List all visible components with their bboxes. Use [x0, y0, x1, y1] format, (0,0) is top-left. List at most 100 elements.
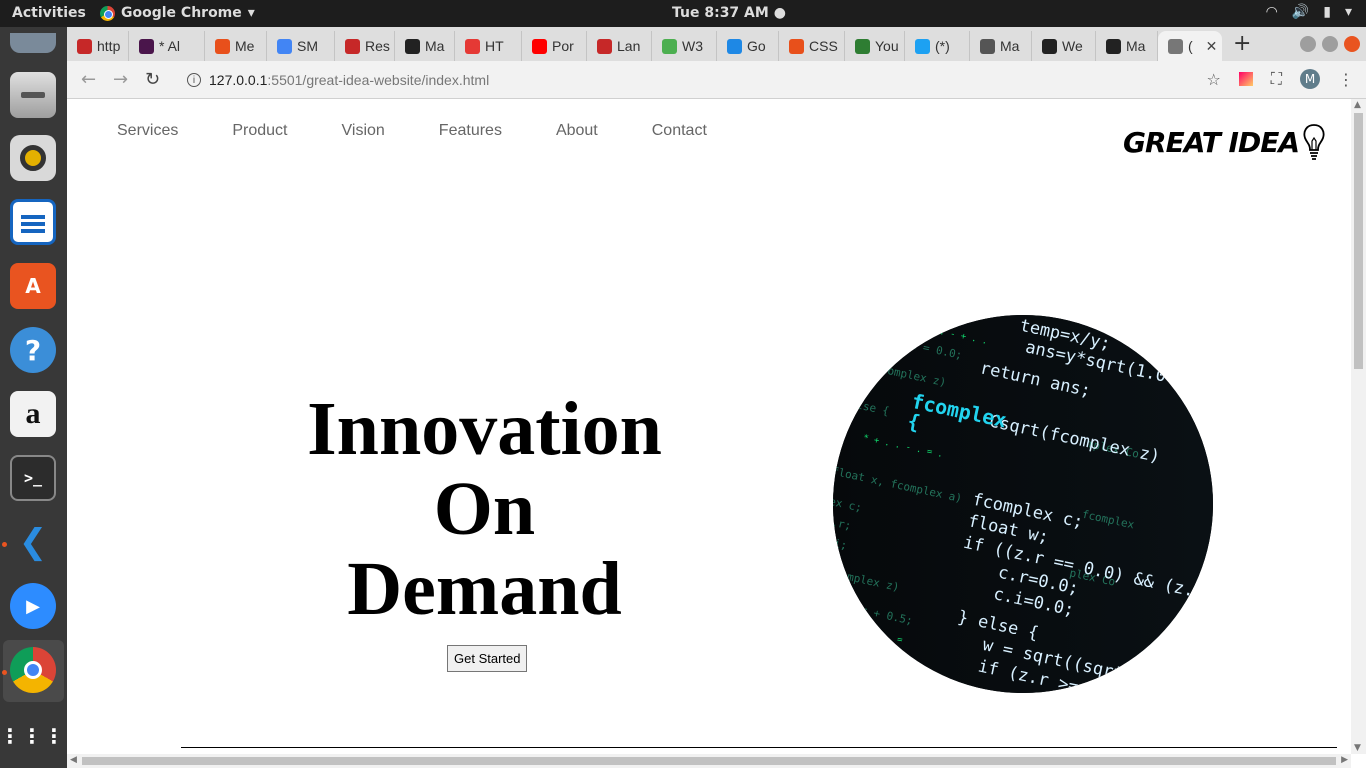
disk-app-icon[interactable] [10, 72, 56, 118]
nav-features[interactable]: Features [439, 122, 502, 140]
menu-kebab-icon[interactable]: ⋮ [1338, 70, 1354, 89]
amazon-icon[interactable]: a [10, 391, 56, 437]
browser-tab[interactable]: (*) [905, 31, 970, 61]
zoom-icon[interactable]: ▶ [10, 583, 56, 629]
code-image: { z.i = 0.0; (fcomplex z) else { (float … [833, 315, 1213, 693]
browser-tab[interactable]: Ma [1096, 31, 1158, 61]
running-indicator-icon [2, 670, 7, 675]
nav-services[interactable]: Services [117, 122, 178, 140]
clock[interactable]: Tue 8:37 AM ● [672, 5, 786, 21]
browser-tab[interactable]: W3 [652, 31, 717, 61]
rhythmbox-icon[interactable] [10, 135, 56, 181]
nav-about[interactable]: About [556, 122, 598, 140]
code-image-art: { z.i = 0.0; (fcomplex z) else { (float … [833, 315, 1213, 693]
site-logo[interactable]: GREAT IDEA [1123, 123, 1327, 161]
bookmark-star-icon[interactable]: ☆ [1206, 70, 1220, 89]
files-app-icon[interactable] [10, 33, 56, 53]
minimize-icon[interactable] [1300, 36, 1316, 52]
cast-icon[interactable]: ⛶ [1271, 69, 1282, 89]
page-viewport: Services Product Vision Features About C… [67, 99, 1351, 754]
chevron-down-icon: ▾ [247, 5, 255, 21]
forward-icon[interactable]: → [113, 69, 128, 90]
tab-favicon-icon [789, 38, 804, 54]
app-menu[interactable]: Google Chrome ▾ [100, 5, 255, 21]
scroll-up-icon[interactable]: ▲ [1354, 100, 1361, 110]
notification-dot-icon: ● [773, 5, 786, 21]
browser-tab[interactable]: Por [522, 31, 587, 61]
activities-button[interactable]: Activities [12, 5, 86, 21]
software-center-icon[interactable]: A [10, 263, 56, 309]
maximize-icon[interactable] [1322, 36, 1338, 52]
nav-vision[interactable]: Vision [342, 122, 385, 140]
horizontal-scroll-thumb[interactable] [82, 757, 1336, 765]
browser-tab[interactable]: SM [267, 31, 335, 61]
chrome-app-icon[interactable] [10, 647, 56, 693]
system-tray[interactable]: ◠ 🔊 ▮ ▾ [1266, 4, 1352, 20]
tab-favicon-icon [1106, 38, 1121, 54]
scroll-right-icon[interactable]: ▶ [1341, 755, 1348, 765]
tab-favicon-icon [345, 38, 360, 54]
tab-favicon-icon [597, 38, 612, 54]
get-started-button[interactable]: Get Started [447, 645, 528, 672]
volume-icon: 🔊 [1291, 4, 1310, 20]
info-icon[interactable]: i [187, 73, 201, 87]
hero-title: Innovation On Demand [257, 389, 712, 629]
address-bar[interactable]: i 127.0.0.1:5501/great-idea-website/inde… [177, 66, 1217, 94]
browser-tab[interactable]: Ma [970, 31, 1032, 61]
nav-product[interactable]: Product [232, 122, 287, 140]
vertical-scroll-thumb[interactable] [1354, 113, 1363, 369]
tab-favicon-icon [139, 38, 154, 54]
close-window-icon[interactable] [1344, 36, 1360, 52]
vertical-scrollbar[interactable]: ▲ ▼ [1351, 99, 1366, 754]
battery-icon: ▮ [1323, 4, 1331, 20]
tab-label: We [1062, 38, 1083, 54]
browser-tab[interactable]: You [845, 31, 905, 61]
nav-contact[interactable]: Contact [652, 122, 707, 140]
terminal-icon[interactable]: >_ [10, 455, 56, 501]
tab-label: ( [1188, 38, 1193, 54]
tab-label: Ma [1000, 38, 1020, 54]
browser-tab[interactable]: * Al [129, 31, 205, 61]
close-tab-icon[interactable]: ✕ [1206, 38, 1218, 55]
url-path: :5501/great-idea-website/index.html [267, 72, 490, 88]
app-menu-label: Google Chrome [121, 5, 242, 21]
app-grid-icon[interactable]: ⋮⋮⋮ [0, 713, 64, 759]
chrome-icon [100, 5, 115, 21]
chevron-down-icon: ▾ [1344, 4, 1352, 20]
browser-tab[interactable]: We [1032, 31, 1096, 61]
browser-tab[interactable]: Ma [395, 31, 455, 61]
help-icon[interactable]: ? [10, 327, 56, 373]
window-controls [1300, 36, 1360, 52]
browser-tab[interactable]: Go [717, 31, 779, 61]
extension-icon[interactable] [1238, 72, 1253, 86]
tab-favicon-icon [277, 38, 292, 54]
browser-tab[interactable]: HT [455, 31, 522, 61]
reload-icon[interactable]: ↻ [145, 69, 160, 90]
scroll-down-icon[interactable]: ▼ [1354, 743, 1361, 753]
hero-line: On [433, 467, 536, 551]
tab-favicon-icon [405, 38, 420, 54]
tab-label: * Al [159, 38, 181, 54]
horizontal-scrollbar[interactable]: ◀ ▶ [67, 754, 1351, 768]
tab-label: CSS [809, 38, 838, 54]
writer-icon[interactable] [10, 199, 56, 245]
tab-label: Me [235, 38, 255, 54]
tab-label: You [875, 38, 899, 54]
browser-tab[interactable]: CSS [779, 31, 845, 61]
new-tab-button[interactable]: + [1233, 31, 1251, 56]
browser-tab[interactable]: http [67, 31, 129, 61]
tab-favicon-icon [915, 38, 930, 54]
browser-tab[interactable]: Lan [587, 31, 652, 61]
browser-toolbar: ← → ↻ i 127.0.0.1:5501/great-idea-websit… [67, 61, 1366, 99]
scroll-left-icon[interactable]: ◀ [70, 755, 77, 765]
browser-tab[interactable]: Me [205, 31, 267, 61]
vscode-icon[interactable]: ❮ [10, 519, 56, 565]
browser-tab[interactable]: Res [335, 31, 395, 61]
back-icon[interactable]: ← [81, 69, 96, 90]
running-indicator-icon [2, 542, 7, 547]
tab-favicon-icon [1042, 38, 1057, 54]
profile-avatar[interactable]: M [1300, 69, 1320, 89]
tab-favicon-icon [662, 38, 677, 54]
tab-favicon-icon [465, 38, 480, 54]
browser-tab[interactable]: (✕ [1158, 31, 1222, 61]
